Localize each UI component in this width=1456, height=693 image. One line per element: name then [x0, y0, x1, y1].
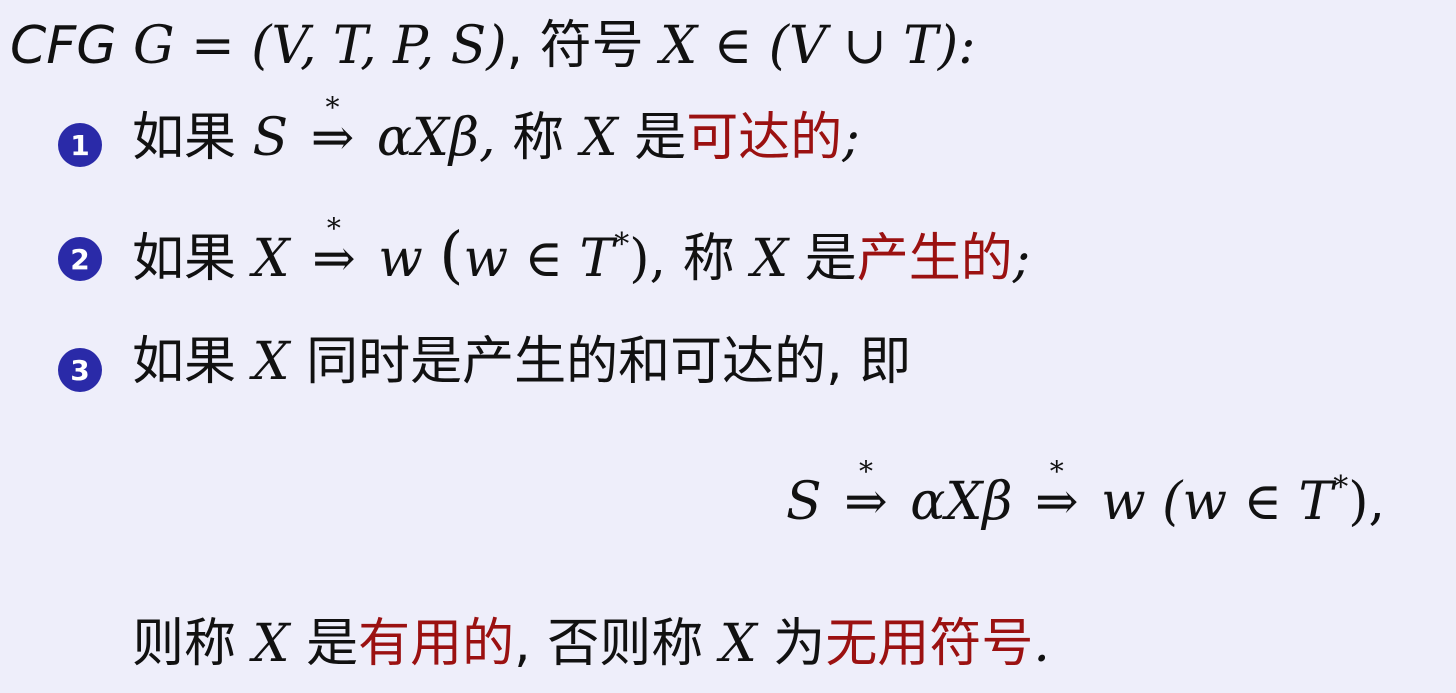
- item-3: 如果 X 同时是产生的和可达的, 即: [132, 336, 911, 388]
- item-1-is: 是: [634, 108, 687, 168]
- derive-star-arrow-icon: * ⇒: [844, 455, 888, 532]
- conclusion-mid: , 否则称: [514, 614, 704, 674]
- conclusion-x2: X: [719, 614, 757, 674]
- comma: ,: [506, 16, 540, 76]
- item-2: 如果 X * ⇒ w (w ∈ T*), 称 X 是产生的;: [132, 212, 1031, 289]
- conclusion-prefix: 则称: [132, 614, 237, 674]
- display-s: S: [786, 472, 822, 532]
- header-line: CFG G = (V, T, P, S), 符号 X ∈ (V ∪ T):: [10, 20, 976, 72]
- display-mid: αXβ: [910, 472, 1013, 532]
- membership-formula: X ∈ (V ∪ T):: [660, 16, 976, 76]
- item-2-term: 产生的: [856, 229, 1013, 289]
- slide: CFG G = (V, T, P, S), 符号 X ∈ (V ∪ T): 1 …: [0, 0, 1456, 693]
- item-3-prefix: 如果: [132, 332, 237, 392]
- bullet-3: 3: [58, 348, 102, 392]
- item-2-x: X: [751, 229, 789, 289]
- grammar-tuple: G = (V, T, P, S): [133, 16, 507, 76]
- item-2-star: *: [614, 227, 630, 262]
- item-2-close: ),: [629, 229, 667, 289]
- item-1: 如果 S * ⇒ αXβ, 称 X 是可达的;: [132, 91, 860, 168]
- conclusion-end: .: [1033, 614, 1050, 674]
- derive-star-arrow-icon: * ⇒: [310, 91, 355, 168]
- display-formula: S * ⇒ αXβ * ⇒ w (w ∈ T*),: [786, 455, 1385, 532]
- display-cond: (w ∈ T: [1162, 472, 1334, 532]
- bullet-1: 1: [58, 123, 102, 167]
- bullet-2: 2: [58, 237, 102, 281]
- derive-star-arrow-icon: * ⇒: [312, 212, 356, 289]
- item-2-right: w: [378, 229, 423, 289]
- derive-star-arrow-icon: * ⇒: [1035, 455, 1079, 532]
- item-2-is: 是: [804, 229, 857, 289]
- item-3-text: 同时是产生的和可达的, 即: [306, 332, 912, 392]
- conclusion-term-useless: 无用符号: [825, 614, 1034, 674]
- conclusion-x: X: [252, 614, 290, 674]
- item-2-end: ;: [1012, 229, 1031, 289]
- item-1-x: X: [580, 108, 618, 168]
- conclusion: 则称 X 是有用的, 否则称 X 为无用符号.: [132, 618, 1050, 670]
- display-w: w: [1101, 472, 1146, 532]
- cfg-label: CFG: [10, 16, 117, 76]
- item-1-prefix: 如果: [132, 108, 237, 168]
- item-1-call: 称: [512, 108, 565, 168]
- item-2-left: X: [252, 229, 290, 289]
- item-1-end: ;: [842, 108, 860, 168]
- conclusion-wei: 为: [773, 614, 826, 674]
- item-3-x: X: [252, 332, 290, 392]
- display-star: *: [1333, 470, 1349, 505]
- display-close: ),: [1348, 472, 1386, 532]
- item-1-right: αXβ,: [376, 108, 496, 168]
- item-2-call: 称: [682, 229, 735, 289]
- item-1-left: S: [252, 108, 289, 168]
- item-1-term: 可达的: [686, 108, 843, 168]
- conclusion-term-useful: 有用的: [358, 614, 515, 674]
- item-2-prefix: 如果: [132, 229, 237, 289]
- item-2-cond: w ∈ T: [463, 229, 615, 289]
- item-2-open-paren: (: [439, 218, 464, 291]
- conclusion-is: 是: [306, 614, 359, 674]
- symbol-word: 符号: [539, 16, 644, 76]
